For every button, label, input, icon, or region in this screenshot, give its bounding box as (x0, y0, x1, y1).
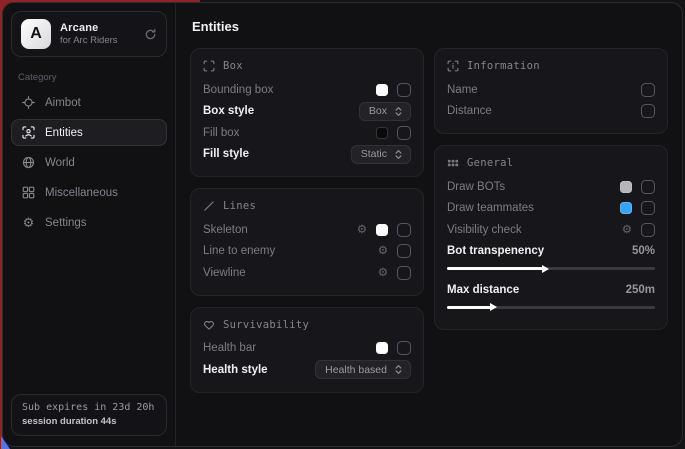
gear-icon: ⚙ (22, 216, 35, 229)
sidebar-item-label: Entities (45, 127, 83, 139)
panel-information: Information Name Distance (434, 48, 668, 134)
row-viewline: Viewline ⚙ (203, 262, 411, 284)
max-distance-value: 250m (626, 284, 655, 296)
panel-box-header: Box (203, 60, 411, 72)
draw-teammates-checkbox[interactable] (641, 201, 655, 215)
panel-box: Box Bounding box Box style Box (190, 48, 424, 177)
fill-style-select[interactable]: Static (351, 145, 411, 164)
row-name: Name (447, 79, 655, 101)
sidebar-item-aimbot[interactable]: Aimbot (11, 89, 167, 116)
health-bar-checkbox[interactable] (397, 341, 411, 355)
sidebar-item-world[interactable]: World (11, 149, 167, 176)
refresh-icon[interactable] (144, 28, 157, 41)
session-duration-text: session duration 44s (22, 416, 156, 427)
color-swatch[interactable] (620, 181, 632, 193)
row-health-style: Health style Health based (203, 359, 411, 381)
sidebar-item-label: Miscellaneous (45, 187, 118, 199)
globe-icon (22, 156, 35, 169)
dots-grid-icon (447, 157, 459, 169)
category-label: Category (18, 72, 160, 83)
panel-information-header: Information (447, 60, 655, 72)
brand-text: Arcane for Arc Riders (60, 22, 118, 46)
grid-icon (22, 186, 35, 199)
line-to-enemy-settings-gear-icon[interactable]: ⚙ (378, 245, 388, 257)
brand-logo: A (21, 19, 51, 49)
row-distance: Distance (447, 101, 655, 123)
panel-lines-header: Lines (203, 200, 411, 212)
row-max-distance: Max distance 250m (447, 279, 655, 301)
panel-survivability-header: Survivability (203, 319, 411, 331)
viewline-checkbox[interactable] (397, 266, 411, 280)
panel-general-header: General (447, 157, 655, 169)
line-to-enemy-checkbox[interactable] (397, 244, 411, 258)
info-scan-icon (447, 60, 459, 72)
row-box-style: Box style Box (203, 101, 411, 123)
row-line-to-enemy: Line to enemy ⚙ (203, 241, 411, 263)
row-skeleton: Skeleton ⚙ (203, 219, 411, 241)
row-bot-transparency: Bot transpenency 50% (447, 241, 655, 263)
chevron-up-down-icon (394, 149, 403, 160)
sidebar: A Arcane for Arc Riders Category Aimbot (3, 3, 176, 446)
slider-handle[interactable] (490, 303, 497, 311)
draw-bots-checkbox[interactable] (641, 180, 655, 194)
line-icon (203, 200, 215, 212)
sidebar-item-label: Aimbot (45, 97, 81, 109)
crosshair-icon (22, 96, 35, 109)
main-content: Entities Box Bounding box (176, 3, 682, 446)
sidebar-item-settings[interactable]: ⚙ Settings (11, 209, 167, 236)
sidebar-item-miscellaneous[interactable]: Miscellaneous (11, 179, 167, 206)
health-style-select[interactable]: Health based (315, 360, 411, 379)
bot-transparency-slider[interactable] (447, 267, 655, 270)
color-swatch[interactable] (376, 342, 388, 354)
visibility-check-checkbox[interactable] (641, 223, 655, 237)
skeleton-settings-gear-icon[interactable]: ⚙ (357, 224, 367, 236)
app-window: A Arcane for Arc Riders Category Aimbot (2, 2, 683, 447)
color-swatch[interactable] (376, 84, 388, 96)
bot-transparency-value: 50% (632, 245, 655, 257)
bounding-box-checkbox[interactable] (397, 83, 411, 97)
sub-expires-text: Sub expires in 23d 20h (22, 402, 156, 413)
box-style-select[interactable]: Box (359, 102, 411, 121)
row-bounding-box: Bounding box (203, 79, 411, 101)
visibility-settings-gear-icon[interactable]: ⚙ (622, 224, 632, 236)
panel-lines: Lines Skeleton ⚙ Line to enemy ⚙ (190, 188, 424, 296)
chevron-up-down-icon (394, 106, 403, 117)
viewline-settings-gear-icon[interactable]: ⚙ (378, 267, 388, 279)
chevron-up-down-icon (394, 364, 403, 375)
row-health-bar: Health bar (203, 338, 411, 360)
left-column: Box Bounding box Box style Box (190, 48, 424, 393)
scan-brackets-icon (203, 60, 215, 72)
brand-card: A Arcane for Arc Riders (11, 11, 167, 57)
fill-box-checkbox[interactable] (397, 126, 411, 140)
right-column: Information Name Distance (434, 48, 668, 330)
max-distance-slider[interactable] (447, 306, 655, 309)
row-draw-teammates: Draw teammates (447, 198, 655, 220)
distance-checkbox[interactable] (641, 104, 655, 118)
heart-icon (203, 319, 215, 331)
skeleton-checkbox[interactable] (397, 223, 411, 237)
name-checkbox[interactable] (641, 83, 655, 97)
row-fill-style: Fill style Static (203, 144, 411, 166)
sidebar-nav: Aimbot Entities World Miscellaneous (11, 89, 167, 236)
brand-subtitle: for Arc Riders (60, 35, 118, 46)
brand-title: Arcane (60, 22, 118, 34)
sidebar-item-label: World (45, 157, 75, 169)
sidebar-item-label: Settings (45, 217, 87, 229)
color-swatch[interactable] (376, 127, 388, 139)
mouse-cursor (1, 436, 10, 449)
color-swatch[interactable] (620, 202, 632, 214)
panel-general: General Draw BOTs Draw teammates (434, 145, 668, 330)
sidebar-item-entities[interactable]: Entities (11, 119, 167, 146)
subscription-card: Sub expires in 23d 20h session duration … (11, 394, 167, 436)
row-visibility-check: Visibility check ⚙ (447, 219, 655, 241)
row-fill-box: Fill box (203, 122, 411, 144)
color-swatch[interactable] (376, 224, 388, 236)
panel-survivability: Survivability Health bar Health style (190, 307, 424, 393)
row-draw-bots: Draw BOTs (447, 176, 655, 198)
person-scan-icon (22, 126, 35, 139)
page-title: Entities (192, 19, 668, 34)
slider-handle[interactable] (542, 265, 549, 273)
